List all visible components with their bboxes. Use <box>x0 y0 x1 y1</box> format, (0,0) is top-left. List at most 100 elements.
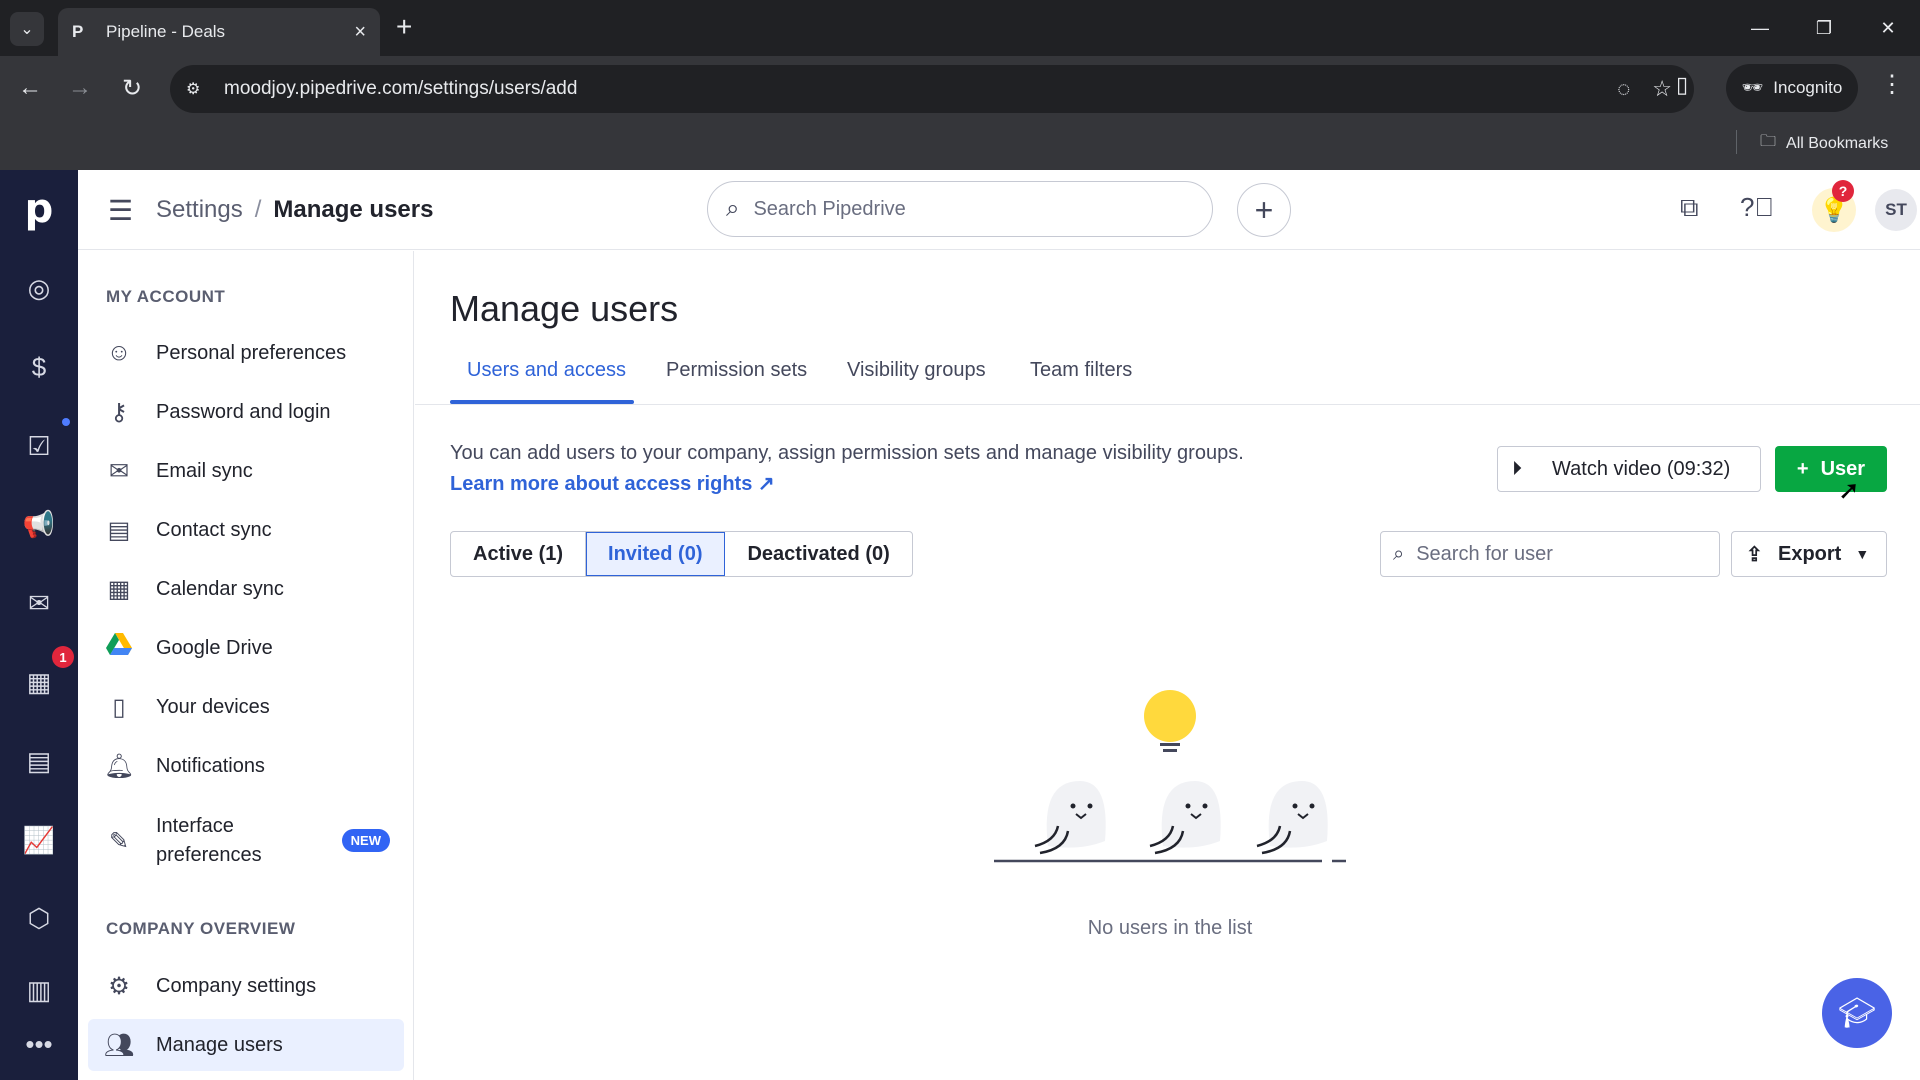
ghost-figure-3 <box>1256 781 1328 855</box>
filter-active[interactable]: Active (1) <box>451 532 587 576</box>
export-button[interactable]: ⇪ Export ▼ <box>1731 531 1887 577</box>
empty-state-text: No users in the list <box>1087 917 1253 939</box>
google-drive-icon <box>92 632 146 664</box>
browser-menu-icon[interactable]: ⋮ <box>1880 70 1904 99</box>
filter-invited[interactable]: Invited (0) <box>586 532 726 576</box>
breadcrumb-settings[interactable]: Settings <box>156 196 243 224</box>
incognito-icon: 🕶 <box>1741 78 1764 97</box>
search-icon: ⌕ <box>726 195 740 222</box>
activities-badge: 1 <box>52 646 74 668</box>
folder-icon: 🗀 <box>1760 133 1777 150</box>
close-tab-icon[interactable]: × <box>354 21 366 44</box>
sidebar-item-password-login[interactable]: ⚷ Password and login <box>88 386 404 438</box>
help-icon[interactable]: ?⃝ <box>1740 192 1774 223</box>
main-nav-rail: p ◎ $ ☑ 📢 ✉ ▦ 1 ▤ 📈 ⬡ ▥ ••• <box>0 170 78 1080</box>
all-bookmarks-button[interactable]: 🗀 All Bookmarks <box>1760 130 1888 157</box>
deals-dollar-icon[interactable]: $ <box>0 337 78 397</box>
user-status-filter: Active (1) Invited (0) Deactivated (0) <box>450 531 913 577</box>
calendar-icon: ▦ <box>107 575 131 603</box>
campaigns-megaphone-icon[interactable]: 📢 <box>0 494 78 554</box>
sidebar-item-label: Calendar sync <box>156 577 284 600</box>
tab-title: Pipeline - Deals <box>106 22 226 41</box>
global-search-placeholder: Search Pipedrive <box>753 197 906 220</box>
sidebar-item-label: Personal preferences <box>156 341 347 364</box>
close-window-icon[interactable]: ✕ <box>1856 0 1920 56</box>
add-user-button[interactable]: + User <box>1775 446 1887 492</box>
key-icon: ⚷ <box>110 398 128 426</box>
my-account-heading: MY ACCOUNT <box>106 287 226 306</box>
incognito-indicator[interactable]: 🕶 Incognito <box>1726 64 1858 112</box>
sidebar-item-manage-users[interactable]: 👥︎ Manage users <box>88 1019 404 1071</box>
tab-search-icon[interactable]: ⌄ <box>10 12 44 46</box>
user-search-input[interactable] <box>1416 542 1697 566</box>
mouse-cursor-icon: ➚ <box>1838 475 1860 505</box>
quick-add-button[interactable]: + <box>1237 183 1291 237</box>
url-text[interactable]: moodjoy.pipedrive.com/settings/users/add <box>224 78 1617 100</box>
avatar[interactable]: ST <box>1875 189 1917 231</box>
insights-chart-icon[interactable]: 📈 <box>0 810 78 870</box>
back-icon[interactable]: ← <box>14 72 46 104</box>
bookmark-star-icon[interactable]: ☆ <box>1652 76 1672 102</box>
extensions-puzzle-icon[interactable]: ⧉ <box>1680 192 1699 224</box>
forward-icon[interactable]: → <box>64 72 96 104</box>
sidebar-item-label: Password and login <box>156 400 331 423</box>
play-circle-icon: ⏵ <box>1512 457 1522 480</box>
contact-card-icon: ▤ <box>107 516 131 544</box>
restore-icon[interactable]: ❐ <box>1792 0 1856 56</box>
bookmarks-bar: 🗀 All Bookmarks <box>0 120 1920 170</box>
products-box-icon[interactable]: ⬡ <box>0 888 78 948</box>
filter-deactivated[interactable]: Deactivated (0) <box>725 532 911 576</box>
sidebar-item-label: Your devices <box>156 695 270 718</box>
tips-badge: ? <box>1832 180 1854 202</box>
eye-off-icon[interactable]: ◌ <box>1617 76 1630 102</box>
bookmarks-divider <box>1736 130 1737 154</box>
new-tab-icon[interactable]: + <box>396 12 412 42</box>
mail-icon[interactable]: ✉ <box>0 573 78 633</box>
bell-icon: 🔔︎ <box>103 752 135 780</box>
contacts-card-icon[interactable]: ▤ <box>0 731 78 791</box>
minimize-icon[interactable]: — <box>1728 0 1792 56</box>
menu-toggle-icon[interactable]: ☰ <box>108 194 133 227</box>
sidebar-item-label: Email sync <box>156 459 253 482</box>
plus-icon: + <box>1796 457 1809 480</box>
side-panel-icon[interactable]: ▯ <box>1676 72 1688 98</box>
sidebar-item-google-drive[interactable]: Google Drive <box>88 622 404 674</box>
global-search-input[interactable]: ⌕ Search Pipedrive <box>707 181 1213 237</box>
sidebar-item-calendar-sync[interactable]: ▦ Calendar sync <box>88 563 404 615</box>
lightbulb-icon <box>1144 690 1196 742</box>
more-dots-icon[interactable]: ••• <box>0 1014 78 1074</box>
breadcrumb-separator: / <box>254 196 262 223</box>
tab-permission-sets[interactable]: Permission sets <box>666 359 807 382</box>
watch-video-button[interactable]: ⏵ Watch video (09:32) <box>1497 446 1761 492</box>
user-search: ⌕ <box>1380 531 1720 577</box>
sidebar-item-contact-sync[interactable]: ▤ Contact sync <box>88 504 404 556</box>
phone-icon: ▯ <box>112 693 126 721</box>
app-header: ☰ Settings / Manage users ⌕ Search Piped… <box>78 170 1920 250</box>
sidebar-item-interface-preferences[interactable]: ✎ Interface preferences NEW <box>88 799 404 883</box>
tab-visibility-groups[interactable]: Visibility groups <box>847 359 986 382</box>
sidebar-item-company-settings[interactable]: ⚙ Company settings <box>88 960 404 1012</box>
browser-tab-strip: ⌄ P Pipeline - Deals × + — ❐ ✕ <box>0 0 1920 56</box>
breadcrumb: Settings / Manage users <box>156 196 433 224</box>
settings-tabs: Users and access Permission sets Visibil… <box>415 343 1920 405</box>
learn-more-link[interactable]: Learn more about access rights ↗ <box>450 471 775 496</box>
tab-users-and-access[interactable]: Users and access <box>467 359 626 382</box>
sidebar-item-label: Interface preferences <box>156 815 262 866</box>
site-settings-icon[interactable]: ⚙ <box>186 79 208 99</box>
sidebar-item-personal-preferences[interactable]: ☺ Personal preferences <box>88 327 404 379</box>
sidebar-item-notifications[interactable]: 🔔︎ Notifications <box>88 740 404 792</box>
main-content: Manage users Users and access Permission… <box>415 251 1920 1080</box>
reload-icon[interactable]: ↻ <box>116 72 148 104</box>
academy-graduation-cap-icon[interactable]: 🎓︎ <box>1822 978 1892 1048</box>
sidebar-item-email-sync[interactable]: ✉ Email sync <box>88 445 404 497</box>
sidebar-item-label: Google Drive <box>156 636 273 659</box>
sidebar-item-your-devices[interactable]: ▯ Your devices <box>88 681 404 733</box>
browser-tab[interactable]: P Pipeline - Deals × <box>58 8 380 56</box>
marketplace-icon[interactable]: ▥ <box>0 960 78 1020</box>
pipedrive-favicon-icon: P <box>72 22 84 41</box>
tab-team-filters[interactable]: Team filters <box>1030 359 1132 382</box>
address-bar[interactable]: ⚙ moodjoy.pipedrive.com/settings/users/a… <box>170 65 1694 113</box>
breadcrumb-current: Manage users <box>273 196 434 223</box>
pipedrive-logo[interactable]: p <box>0 186 78 232</box>
leads-target-icon[interactable]: ◎ <box>0 258 78 318</box>
